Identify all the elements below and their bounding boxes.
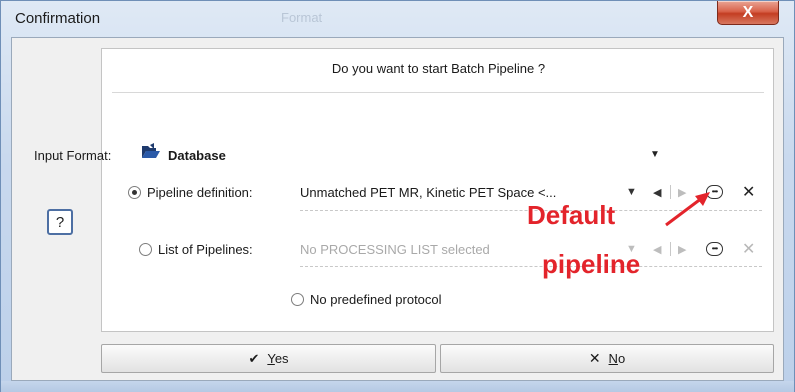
check-icon: ✔	[248, 350, 260, 366]
confirmation-window: Confirmation Format X ? Do you want to s…	[0, 0, 795, 392]
folder-open-icon	[142, 143, 160, 158]
window-title: Confirmation	[15, 10, 101, 27]
help-icon: ?	[55, 213, 65, 231]
list-of-pipelines-prev-icon[interactable]: ◀	[653, 243, 661, 256]
yes-button[interactable]: ✔ Yes	[101, 344, 436, 373]
list-of-pipelines-radio[interactable]	[139, 243, 152, 256]
close-button[interactable]: X	[717, 1, 779, 25]
list-of-pipelines-label[interactable]: List of Pipelines:	[158, 242, 253, 257]
list-of-pipelines-browse-icon[interactable]: •••	[706, 242, 723, 256]
pipeline-definition-value[interactable]: Unmatched PET MR, Kinetic PET Space <...	[300, 185, 556, 200]
no-button[interactable]: ✕ No	[440, 344, 774, 373]
x-icon: ✕	[588, 350, 601, 366]
pipeline-definition-prev-icon[interactable]: ◀	[653, 186, 661, 199]
confirmation-question: Do you want to start Batch Pipeline ?	[331, 61, 546, 76]
list-of-pipelines-clear-icon[interactable]: ✕	[742, 239, 755, 259]
close-icon: X	[742, 3, 754, 21]
list-of-pipelines-value[interactable]: No PROCESSING LIST selected	[300, 242, 490, 257]
list-of-pipelines-next-icon[interactable]: ▶	[678, 243, 686, 256]
pipeline-definition-clear-icon[interactable]: ✕	[742, 182, 755, 202]
annotation-pipeline: pipeline	[542, 249, 641, 279]
title-bar[interactable]: Confirmation Format X	[1, 1, 794, 37]
window-bottom-border	[1, 381, 794, 392]
background-title-ghost: Format	[281, 10, 323, 25]
yes-button-label: Yes	[267, 351, 289, 366]
no-predefined-protocol-label[interactable]: No predefined protocol	[310, 292, 442, 307]
input-format-value[interactable]: Database	[168, 148, 226, 163]
pipeline-definition-label[interactable]: Pipeline definition:	[147, 185, 253, 200]
pipeline-definition-dropdown-arrow[interactable]: ▼	[626, 186, 637, 198]
list-of-pipelines-separator	[670, 242, 671, 256]
no-predefined-protocol-radio[interactable]	[291, 293, 304, 306]
pipeline-definition-radio[interactable]	[128, 186, 141, 199]
dialog-client-area: ? Do you want to start Batch Pipeline ? …	[11, 37, 784, 381]
divider	[112, 92, 764, 93]
no-button-label: No	[608, 351, 626, 366]
input-format-label: Input Format:	[34, 148, 112, 163]
list-of-pipelines-underline	[300, 266, 762, 267]
annotation-arrow-icon	[665, 192, 710, 227]
input-format-dropdown-arrow[interactable]: ▼	[650, 149, 660, 160]
help-button[interactable]: ?	[47, 209, 73, 235]
annotation-default: Default	[527, 200, 616, 230]
